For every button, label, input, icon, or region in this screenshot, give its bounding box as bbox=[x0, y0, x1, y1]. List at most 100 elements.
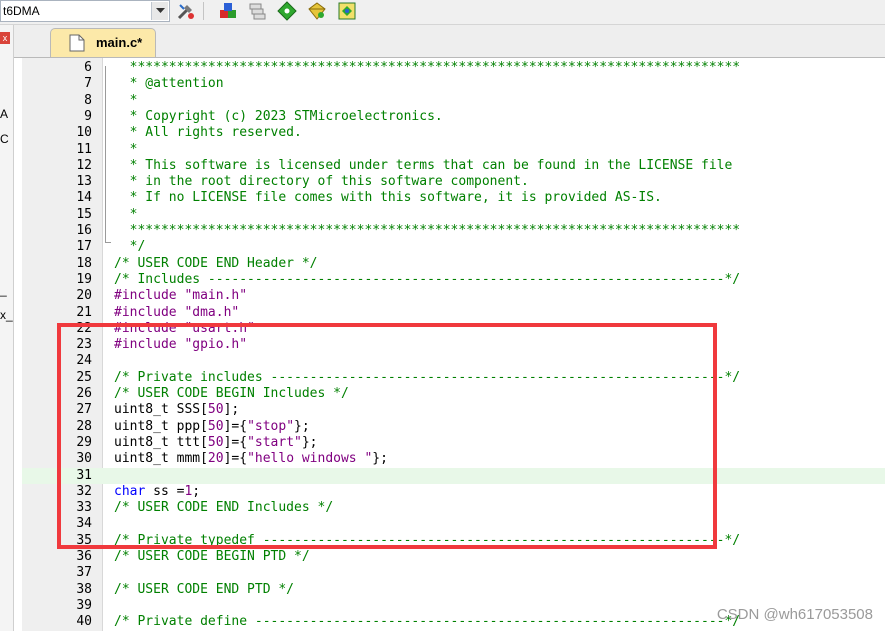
code-line[interactable]: 10 * All rights reserved. bbox=[22, 125, 885, 141]
line-number: 39 bbox=[76, 597, 92, 613]
code-line[interactable]: 16 *************************************… bbox=[22, 223, 885, 239]
code-token: ****************************************… bbox=[114, 60, 741, 75]
code-line[interactable]: 15 * bbox=[22, 207, 885, 223]
project-tree-fragment: A bbox=[0, 107, 9, 121]
code-token: /* Includes ----------------------------… bbox=[114, 271, 741, 287]
project-tree-fragment: _ bbox=[0, 283, 7, 297]
code-line[interactable]: 36 /* USER CODE BEGIN PTD */ bbox=[22, 549, 885, 565]
code-line[interactable]: 21 #include "dma.h" bbox=[22, 305, 885, 321]
line-code: #include "main.h" bbox=[114, 288, 247, 304]
line-number: 10 bbox=[76, 125, 92, 141]
line-code: */ bbox=[114, 239, 146, 255]
line-code: * in the root directory of this software… bbox=[114, 174, 529, 190]
project-tree-fragment: x_ bbox=[0, 308, 13, 322]
code-token: "dma.h" bbox=[184, 304, 240, 320]
line-code: ****************************************… bbox=[114, 60, 741, 76]
code-line[interactable]: 37 bbox=[22, 565, 885, 581]
line-number: 38 bbox=[76, 581, 92, 597]
code-line[interactable]: 38 /* USER CODE END PTD */ bbox=[22, 582, 885, 598]
line-code: * @attention bbox=[114, 76, 224, 92]
line-code: /* Includes ----------------------------… bbox=[114, 272, 740, 288]
code-token: */ bbox=[114, 239, 146, 255]
line-number: 9 bbox=[84, 108, 92, 124]
project-panel-strip: x A C _ x_ bbox=[0, 25, 14, 631]
code-line[interactable]: 20 #include "main.h" bbox=[22, 288, 885, 304]
line-code: * Copyright (c) 2023 STMicroelectronics. bbox=[114, 109, 443, 125]
code-line[interactable]: 18 /* USER CODE END Header */ bbox=[22, 256, 885, 272]
target-select[interactable]: t6DMA bbox=[0, 0, 170, 22]
code-line[interactable]: 7 * @attention bbox=[22, 76, 885, 92]
highlight-annotation-box bbox=[57, 323, 717, 549]
line-number: 19 bbox=[76, 271, 92, 287]
chevron-down-icon[interactable] bbox=[151, 2, 168, 20]
code-token: * bbox=[114, 206, 138, 222]
code-token: * All rights reserved. bbox=[114, 125, 302, 141]
code-line[interactable]: 12 * This software is licensed under ter… bbox=[22, 158, 885, 174]
code-line[interactable]: 19 /* Includes --------------------------… bbox=[22, 272, 885, 288]
line-number: 18 bbox=[76, 255, 92, 271]
file-extensions-icon[interactable] bbox=[246, 0, 268, 22]
line-code: * If no LICENSE file comes with this sof… bbox=[114, 190, 662, 206]
manage-components-icon[interactable] bbox=[217, 0, 239, 22]
code-token: * in the root directory of this software… bbox=[114, 174, 529, 190]
code-token: /* Private define ----------------------… bbox=[114, 614, 741, 630]
watermark: CSDN @wh617053508 bbox=[716, 606, 873, 623]
code-token: #include bbox=[114, 304, 185, 320]
code-token: #include bbox=[114, 288, 185, 304]
code-token: * Copyright (c) 2023 STMicroelectronics. bbox=[114, 108, 443, 124]
line-code: /* Private define ----------------------… bbox=[114, 614, 740, 630]
line-number: 37 bbox=[76, 565, 92, 581]
line-number: 8 bbox=[84, 92, 92, 108]
toolbar: t6DMA bbox=[0, 0, 885, 25]
line-number: 12 bbox=[76, 157, 92, 173]
line-number: 6 bbox=[84, 60, 92, 75]
line-number: 16 bbox=[76, 223, 92, 238]
line-number: 20 bbox=[76, 288, 92, 304]
line-number: 40 bbox=[76, 614, 92, 630]
line-number: 36 bbox=[76, 549, 92, 564]
line-code: #include "dma.h" bbox=[114, 305, 239, 321]
pack-installer-icon[interactable] bbox=[306, 0, 328, 22]
options-for-target-icon[interactable] bbox=[175, 0, 197, 22]
run-time-environment-icon[interactable] bbox=[336, 0, 358, 22]
line-code: * All rights reserved. bbox=[114, 125, 302, 141]
line-code: * bbox=[114, 206, 138, 223]
c-file-icon bbox=[69, 34, 85, 57]
code-token: /* USER CODE BEGIN PTD */ bbox=[114, 549, 310, 564]
line-code: * bbox=[114, 92, 138, 109]
code-line[interactable]: 6 **************************************… bbox=[22, 60, 885, 76]
code-token: * bbox=[114, 92, 138, 108]
code-token: * If no LICENSE file comes with this sof… bbox=[114, 190, 662, 206]
code-token: /* USER CODE END PTD */ bbox=[114, 581, 295, 597]
line-number: 21 bbox=[76, 304, 92, 320]
code-line[interactable]: 14 * If no LICENSE file comes with this … bbox=[22, 190, 885, 206]
line-code: * bbox=[114, 141, 138, 158]
code-line[interactable]: 13 * in the root directory of this softw… bbox=[22, 174, 885, 190]
close-icon[interactable]: x bbox=[0, 32, 10, 44]
line-code: ****************************************… bbox=[114, 223, 741, 239]
tab-main-c[interactable]: main.c* bbox=[50, 28, 156, 57]
line-number: 17 bbox=[76, 239, 92, 255]
line-code: /* USER CODE END PTD */ bbox=[114, 582, 294, 598]
code-line[interactable]: 11 * bbox=[22, 142, 885, 158]
code-token: ****************************************… bbox=[114, 223, 741, 238]
select-packs-icon[interactable] bbox=[276, 0, 298, 22]
code-token: * bbox=[114, 141, 138, 157]
code-line[interactable]: 9 * Copyright (c) 2023 STMicroelectronic… bbox=[22, 109, 885, 125]
target-select-value: t6DMA bbox=[3, 4, 40, 18]
line-number: 14 bbox=[76, 190, 92, 206]
line-number: 11 bbox=[76, 141, 92, 157]
line-number: 13 bbox=[76, 174, 92, 190]
code-token: "main.h" bbox=[184, 288, 248, 304]
line-code: /* USER CODE END Header */ bbox=[114, 256, 318, 272]
project-tree-fragment: C bbox=[0, 132, 9, 146]
code-line[interactable]: 8 * bbox=[22, 93, 885, 109]
line-code: /* USER CODE BEGIN PTD */ bbox=[114, 549, 310, 565]
tab-label: main.c* bbox=[96, 35, 143, 50]
line-number: 7 bbox=[84, 76, 92, 92]
editor-tab-bar: main.c* bbox=[14, 25, 885, 58]
line-code: * This software is licensed under terms … bbox=[114, 157, 733, 174]
code-token: * This software is licensed under terms … bbox=[114, 157, 733, 173]
line-number: 15 bbox=[76, 206, 92, 222]
code-line[interactable]: 17 */ bbox=[22, 239, 885, 255]
